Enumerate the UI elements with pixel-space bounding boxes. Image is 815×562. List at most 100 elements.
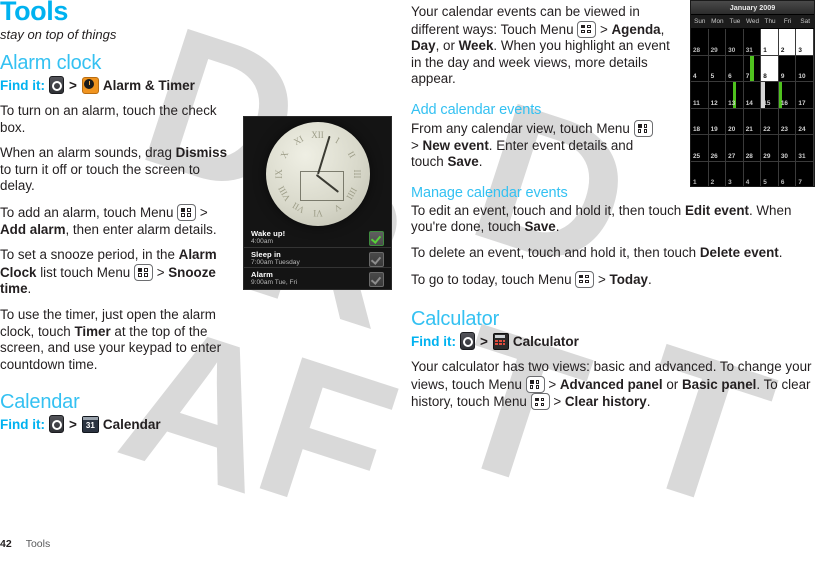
menu-key-icon: [633, 119, 653, 137]
calendar-day-cell[interactable]: 28: [691, 29, 709, 56]
clock-numeral: XII: [311, 130, 324, 140]
find-it-app-name: Calculator: [512, 333, 579, 349]
launcher-icon[interactable]: [48, 76, 64, 94]
menu-key-icon: [530, 393, 550, 411]
calendar-day-cell[interactable]: 10: [796, 55, 814, 82]
calendar-day-cell[interactable]: 1: [691, 161, 709, 186]
paragraph-turn-on-alarm: To turn on an alarm, touch the check box…: [0, 103, 217, 135]
calendar-day-cell[interactable]: 13: [726, 82, 744, 109]
clock-numeral: X: [277, 149, 290, 160]
alarm-name: Sleep in: [251, 250, 281, 259]
calendar-day-cell[interactable]: 11: [691, 82, 709, 109]
calendar-day-cell[interactable]: 5: [708, 55, 727, 82]
calendar-day-cell[interactable]: 8: [761, 55, 779, 82]
calendar-day-number: 28: [745, 152, 753, 160]
calendar-day-cell[interactable]: 9: [778, 55, 797, 82]
calendar-day-number: 23: [780, 126, 788, 133]
calendar-icon[interactable]: 31: [81, 415, 99, 433]
calendar-day-cell[interactable]: 31: [743, 29, 762, 56]
alarm-time: 9:00am Tue, Fri: [251, 279, 298, 286]
calendar-day-cell[interactable]: 23: [778, 108, 797, 135]
calendar-day-number: 27: [728, 152, 736, 160]
calendar-day-cell[interactable]: 18: [691, 108, 709, 135]
launcher-icon[interactable]: [48, 415, 64, 434]
calendar-day-number: 29: [763, 152, 771, 160]
paragraph-add-alarm: To add an alarm, touch Menu > Add alarm,…: [0, 203, 217, 237]
calendar-day-cell[interactable]: 2: [708, 161, 727, 186]
alarm-list-item[interactable]: Wake up! 4:00am: [244, 227, 391, 247]
calendar-day-number: 26: [710, 152, 718, 160]
alarm-list-item[interactable]: Alarm 9:00am Tue, Fri: [244, 267, 391, 287]
find-it-label: Find it:: [411, 333, 456, 349]
calendar-day-cell[interactable]: 12: [708, 82, 727, 109]
menu-key-icon: [525, 375, 545, 393]
calendar-day-cell[interactable]: 7: [796, 161, 814, 186]
calendar-day-number: 30: [780, 152, 788, 160]
calendar-day-number: 24: [798, 126, 806, 133]
alarm-time: 4:00am: [251, 238, 273, 245]
calendar-day-cell[interactable]: 17: [796, 82, 814, 109]
calendar-day-number: 31: [798, 152, 806, 160]
find-it-alarm: Find it: > Alarm & Timer: [0, 76, 390, 94]
calendar-day-cell[interactable]: 29: [761, 135, 779, 162]
calendar-day-cell[interactable]: 27: [726, 135, 744, 162]
calendar-day-cell[interactable]: 29: [708, 29, 727, 56]
calendar-day-cell[interactable]: 4: [691, 55, 709, 82]
calendar-day-number: 28: [693, 46, 701, 54]
calendar-day-number: 31: [745, 46, 753, 54]
calendar-grid: 28 29 30 31 1 2 3 4 5 6 7 8 9 10 11 12 13 14 15 16 17 18 19 20 2…: [691, 29, 814, 186]
calendar-day-number: 15: [763, 99, 771, 107]
clock-numeral: VII: [290, 200, 306, 216]
calendar-day-cell[interactable]: 25: [691, 135, 709, 162]
paragraph-calendar-views: Your calendar events can be viewed in di…: [411, 4, 670, 87]
calendar-day-cell[interactable]: 16: [778, 82, 797, 109]
page-subtitle: stay on top of things: [0, 27, 117, 42]
calendar-day-header: Mon: [711, 18, 724, 25]
calendar-day-cell[interactable]: 21: [743, 108, 762, 135]
calculator-icon[interactable]: [492, 332, 509, 350]
calendar-day-cell[interactable]: 15: [761, 82, 779, 109]
calendar-day-cell[interactable]: 26: [708, 135, 727, 162]
calendar-day-cell[interactable]: 2: [778, 29, 797, 56]
alarm-clock-icon[interactable]: [81, 76, 99, 94]
calendar-day-cell[interactable]: 5: [761, 161, 779, 186]
calendar-day-number: 20: [728, 126, 736, 133]
alarm-list: Wake up! 4:00am Sleep in 7:00am Tuesday Alar…: [244, 227, 391, 287]
find-it-app-name: Alarm & Timer: [102, 77, 195, 93]
calendar-day-cell[interactable]: 22: [761, 108, 779, 135]
calendar-day-cell[interactable]: 20: [726, 108, 744, 135]
calendar-day-cell[interactable]: 6: [778, 161, 797, 186]
menu-key-icon: [177, 203, 197, 221]
calendar-day-cell[interactable]: 30: [726, 29, 744, 56]
calendar-day-cell[interactable]: 7: [743, 55, 762, 82]
paragraph-timer: To use the timer, just open the alarm cl…: [0, 306, 222, 372]
calendar-day-number: 1: [693, 179, 697, 186]
alarm-enable-checkbox[interactable]: [369, 252, 384, 267]
calendar-day-cell[interactable]: 3: [726, 161, 744, 186]
calendar-day-cell[interactable]: 30: [778, 135, 797, 162]
calendar-day-number: 12: [710, 99, 718, 107]
calendar-day-number: 8: [763, 73, 767, 80]
calendar-day-cell[interactable]: 3: [796, 29, 814, 56]
menu-key-icon: [133, 263, 153, 281]
paragraph-edit-event: To edit an event, touch and hold it, the…: [411, 202, 792, 235]
calendar-day-cell[interactable]: 28: [743, 135, 762, 162]
calendar-day-cell[interactable]: 31: [796, 135, 814, 162]
calendar-day-cell[interactable]: 14: [743, 82, 762, 109]
alarm-enable-checkbox[interactable]: [369, 231, 384, 246]
paragraph-go-to-today: To go to today, touch Menu > Today.: [411, 270, 652, 288]
clock-numeral: IIII: [343, 185, 359, 202]
alarm-enable-checkbox[interactable]: [369, 272, 384, 287]
find-it-label: Find it:: [0, 416, 45, 432]
calendar-day-cell[interactable]: 4: [743, 161, 762, 186]
calendar-day-cell[interactable]: 24: [796, 108, 814, 135]
section-heading-calendar: Calendar: [0, 391, 80, 414]
calendar-day-cell[interactable]: 6: [726, 55, 744, 82]
calendar-day-number: 22: [763, 126, 771, 133]
calendar-day-header: Thu: [764, 18, 776, 25]
footer-page-number: 42: [0, 538, 12, 550]
alarm-list-item[interactable]: Sleep in 7:00am Tuesday: [244, 247, 391, 267]
launcher-icon[interactable]: [459, 332, 475, 351]
calendar-day-cell[interactable]: 1: [761, 29, 779, 56]
calendar-day-cell[interactable]: 19: [708, 108, 727, 135]
